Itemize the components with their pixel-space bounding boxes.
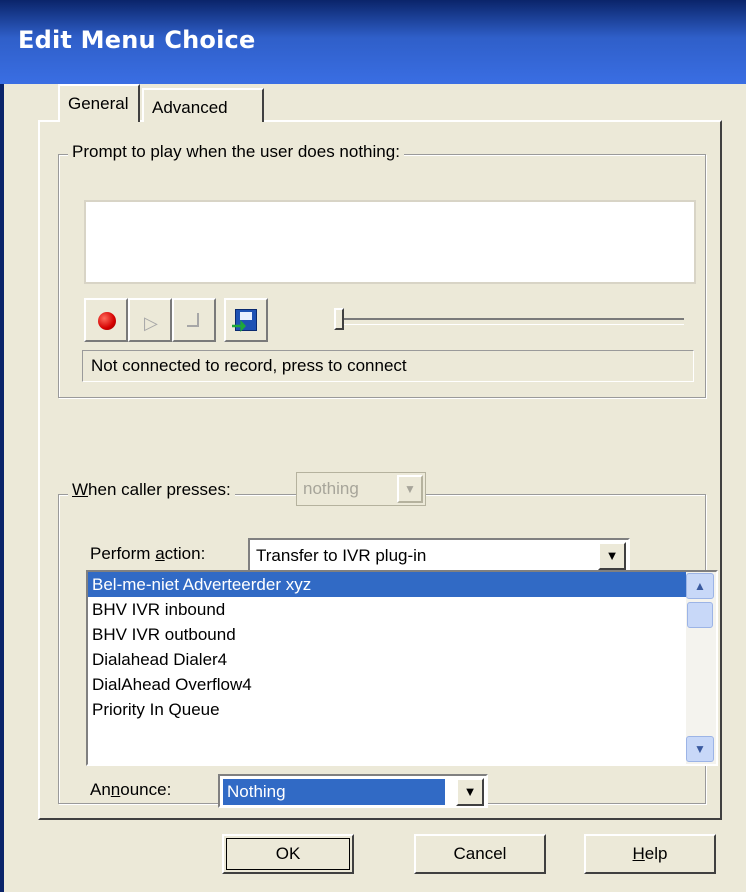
- plugin-list[interactable]: Bel-me-niet Adverteerder xyz BHV IVR inb…: [86, 570, 718, 766]
- scroll-thumb[interactable]: [687, 602, 713, 628]
- window-title: Edit Menu Choice: [18, 26, 256, 54]
- playback-slider-track[interactable]: [344, 318, 684, 325]
- stop-icon: [187, 313, 199, 327]
- cancel-button[interactable]: Cancel: [414, 834, 546, 874]
- record-button[interactable]: [84, 298, 128, 342]
- list-item[interactable]: Priority In Queue: [88, 697, 716, 722]
- tab-general-label: General: [68, 94, 129, 113]
- perform-action-select[interactable]: Transfer to IVR plug-in ▼: [248, 538, 630, 574]
- help-button[interactable]: Help: [584, 834, 716, 874]
- playback-slider-thumb[interactable]: [334, 308, 344, 330]
- scroll-up-icon[interactable]: ▲: [686, 573, 714, 599]
- chevron-down-icon[interactable]: ▼: [456, 778, 484, 806]
- perform-action-value: Transfer to IVR plug-in: [256, 546, 427, 565]
- tab-advanced[interactable]: Advanced: [142, 88, 264, 122]
- prompt-text-area[interactable]: [84, 200, 696, 284]
- list-item[interactable]: BHV IVR outbound: [88, 622, 716, 647]
- list-item[interactable]: DialAhead Overflow4: [88, 672, 716, 697]
- save-button[interactable]: [224, 298, 268, 342]
- prompt-group-label: Prompt to play when the user does nothin…: [68, 142, 404, 162]
- ok-button[interactable]: OK: [222, 834, 354, 874]
- dialog-client: General Advanced Prompt to play when the…: [0, 84, 746, 892]
- play-button[interactable]: ▷: [128, 298, 172, 342]
- perform-action-label: Perform action:: [90, 544, 206, 563]
- list-scrollbar[interactable]: ▲ ▼: [686, 572, 716, 764]
- record-status[interactable]: Not connected to record, press to connec…: [82, 350, 694, 382]
- list-item[interactable]: Dialahead Dialer4: [88, 647, 716, 672]
- chevron-down-icon[interactable]: ▼: [598, 542, 626, 570]
- tab-advanced-label: Advanced: [152, 98, 228, 117]
- stop-button[interactable]: [172, 298, 216, 342]
- list-item[interactable]: Bel-me-niet Adverteerder xyz: [88, 572, 716, 597]
- announce-select[interactable]: Nothing ▼: [218, 774, 488, 808]
- title-bar[interactable]: Edit Menu Choice: [0, 0, 746, 84]
- play-icon: ▷: [144, 313, 158, 333]
- save-icon: [232, 309, 257, 332]
- announce-value: Nothing: [223, 779, 445, 805]
- tab-general[interactable]: General: [58, 84, 140, 122]
- caller-key-combo: nothing ▼: [296, 472, 426, 506]
- record-icon: [98, 312, 116, 330]
- chevron-down-icon: ▼: [397, 475, 423, 503]
- caller-group-label: When caller presses:: [68, 480, 235, 500]
- list-item[interactable]: BHV IVR inbound: [88, 597, 716, 622]
- tab-panel-general: Prompt to play when the user does nothin…: [38, 120, 722, 820]
- scroll-down-icon[interactable]: ▼: [686, 736, 714, 762]
- announce-label: Announce:: [90, 780, 172, 799]
- caller-key-value: nothing: [303, 479, 359, 498]
